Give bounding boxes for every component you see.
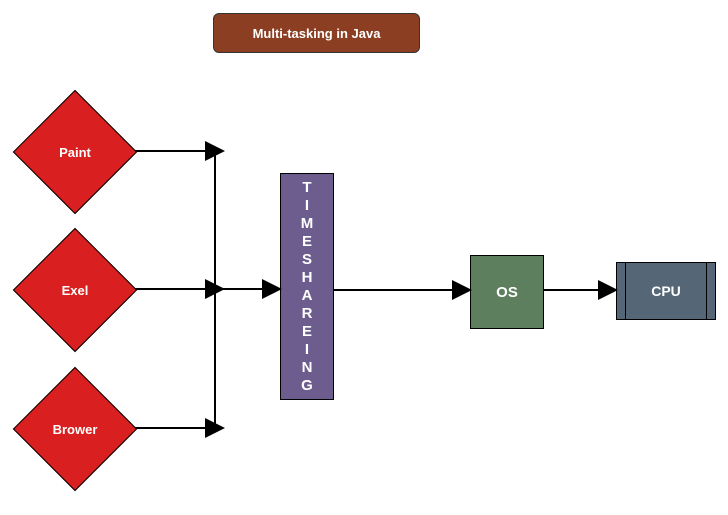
app-label: Brower: [32, 386, 118, 472]
ts-char: A: [302, 287, 313, 305]
timesharing-box: T I M E S H A R E I N G: [280, 173, 334, 400]
title-text: Multi-tasking in Java: [253, 26, 381, 41]
ts-char: E: [302, 233, 312, 251]
ts-char: N: [302, 359, 313, 377]
title-box: Multi-tasking in Java: [213, 13, 420, 53]
app-diamond-paint: Paint: [13, 90, 137, 214]
os-label: OS: [496, 284, 518, 301]
app-diamond-brower: Brower: [13, 367, 137, 491]
ts-char: H: [302, 269, 313, 287]
os-box: OS: [470, 255, 544, 329]
ts-char: S: [302, 251, 312, 269]
cpu-box: CPU: [616, 262, 716, 320]
ts-char: G: [301, 377, 313, 395]
ts-char: I: [305, 341, 309, 359]
app-label: Exel: [32, 247, 118, 333]
ts-char: T: [302, 179, 311, 197]
app-diamond-exel: Exel: [13, 228, 137, 352]
app-label: Paint: [32, 109, 118, 195]
cpu-label: CPU: [651, 283, 681, 299]
ts-char: M: [301, 215, 314, 233]
ts-char: R: [302, 305, 313, 323]
ts-char: I: [305, 197, 309, 215]
ts-char: E: [302, 323, 312, 341]
